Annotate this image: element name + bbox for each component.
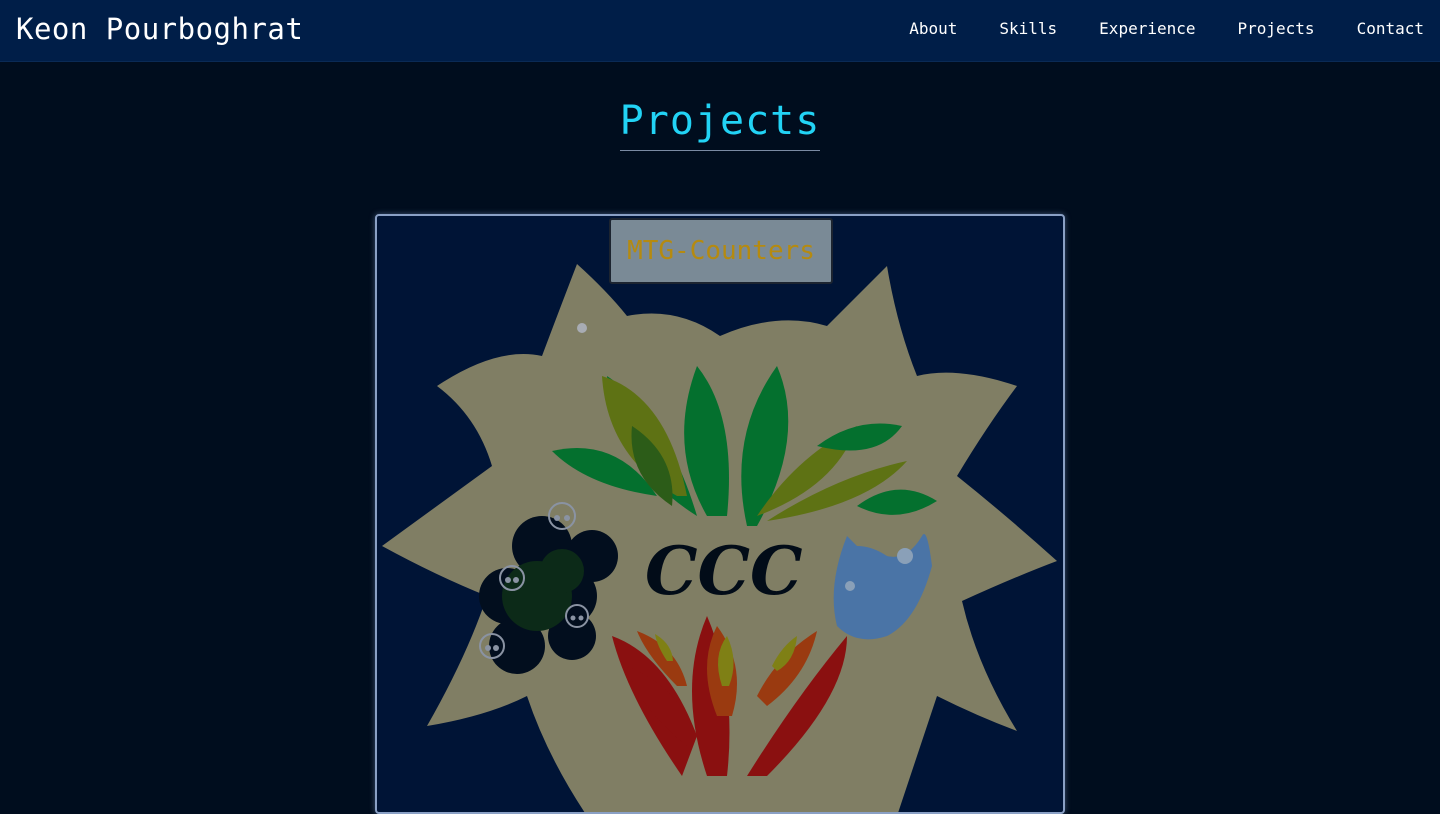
nav-link-projects[interactable]: Projects	[1238, 19, 1315, 38]
nav-link-skills[interactable]: Skills	[999, 19, 1057, 38]
logo-text: CCC	[645, 532, 803, 610]
brand-link[interactable]: Keon Pourboghrat	[16, 12, 303, 46]
nav-link-contact[interactable]: Contact	[1357, 19, 1424, 38]
project-card[interactable]: CCC MTG-Counters	[375, 214, 1065, 814]
project-title-label: MTG-Counters	[609, 218, 833, 284]
section-title-wrapper: Projects	[0, 98, 1440, 151]
section-title: Projects	[619, 98, 821, 151]
navbar: Keon Pourboghrat About Skills Experience…	[0, 0, 1440, 62]
nav-links: About Skills Experience Projects Contact	[867, 19, 1424, 38]
project-logo-image: CCC	[382, 264, 1057, 812]
nav-link-experience[interactable]: Experience	[1099, 19, 1195, 38]
nav-link-about[interactable]: About	[909, 19, 957, 38]
